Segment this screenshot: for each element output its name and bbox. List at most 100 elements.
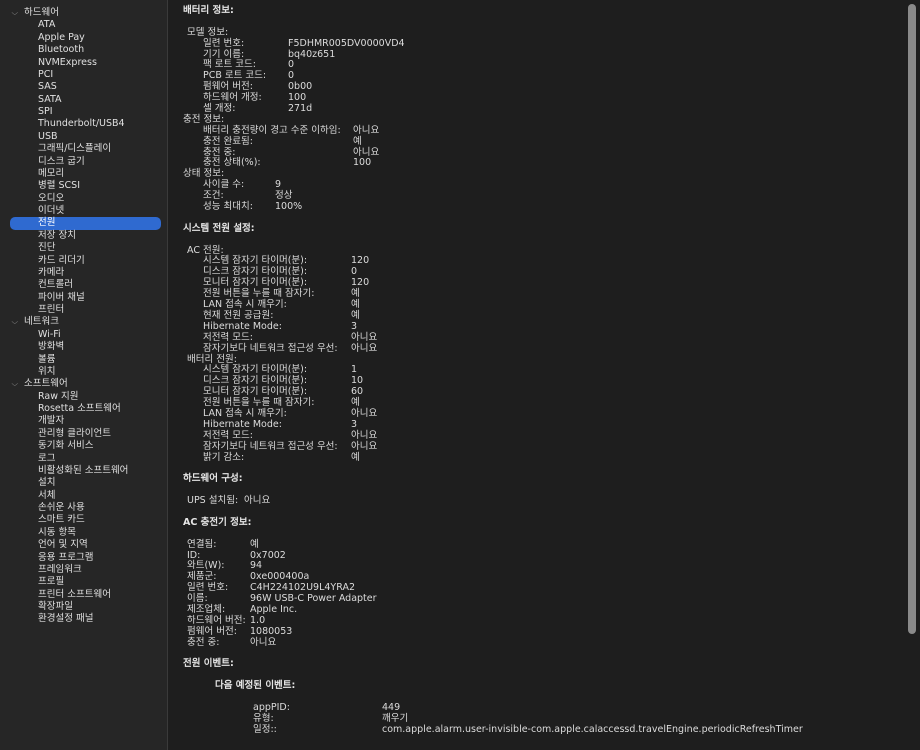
sidebar-item[interactable]: 동기화 서비스 <box>0 440 167 452</box>
info-row: 일정:: com.apple.alarm.user-invisible-com.a… <box>183 723 904 736</box>
scrollbar-thumb[interactable] <box>908 4 916 634</box>
sidebar-item[interactable]: 프로필 <box>0 576 167 588</box>
sidebar-item[interactable]: 디스크 굽기 <box>0 156 167 168</box>
sidebar-item[interactable]: 카메라 <box>0 267 167 279</box>
info-row: 잠자기보다 네트워크 접근성 우선: 아니요 <box>183 441 904 453</box>
sidebar-item[interactable]: USB <box>0 131 167 143</box>
sidebar-item-label: Thunderbolt/USB4 <box>38 118 125 130</box>
section-title: 시스템 전원 설정: <box>183 222 255 234</box>
sidebar-item[interactable]: 오디오 <box>0 193 167 205</box>
sidebar-item[interactable]: 이더넷 <box>0 205 167 217</box>
sidebar-item-label: 볼륨 <box>38 353 56 365</box>
info-value: 아니요 <box>351 331 378 343</box>
sidebar-item[interactable]: Wi-Fi <box>0 329 167 341</box>
section-title-row: 다음 예정된 이벤트: <box>183 680 904 692</box>
sidebar-item-label: 파이버 채널 <box>38 291 85 303</box>
info-rows: 배터리 정보: 모델 정보: 일련 번호: F5DHMR005DV0000VD4 기기 … <box>183 5 904 736</box>
sidebar-item[interactable]: 그래픽/디스플레이 <box>0 143 167 155</box>
info-value: 예 <box>250 538 259 550</box>
sidebar-item[interactable]: 스마트 카드 <box>0 514 167 526</box>
sidebar-item[interactable]: SAS <box>0 81 167 93</box>
info-row: 현재 전원 공급원: 예 <box>183 310 904 322</box>
sidebar-item[interactable]: 로그 <box>0 453 167 465</box>
sidebar-item-label: 서체 <box>38 489 56 501</box>
sidebar-group[interactable]: ⌵ 소프트웨어 <box>0 378 167 390</box>
sidebar-item-label: 방화벽 <box>38 341 65 353</box>
sidebar-item[interactable]: 확장파일 <box>0 601 167 613</box>
info-row: 성능 최대치: 100% <box>183 201 904 213</box>
sidebar-item[interactable]: ATA <box>0 19 167 31</box>
sidebar-item-label: 로그 <box>38 452 56 464</box>
sidebar-group[interactable]: ⌵ 네트워크 <box>0 316 167 328</box>
sidebar-item[interactable]: 서체 <box>0 490 167 502</box>
sidebar-item[interactable]: 프린터 소프트웨어 <box>0 589 167 601</box>
chevron-down-icon[interactable]: ⌵ <box>12 379 23 390</box>
sidebar-item[interactable]: 개발자 <box>0 415 167 427</box>
info-row: 전원 버튼을 누를 때 잠자기: 예 <box>183 397 904 409</box>
sidebar-item[interactable]: 저장 장치 <box>0 230 167 242</box>
sidebar-item-label: SAS <box>38 81 57 93</box>
sidebar-item-label: SPI <box>38 106 53 117</box>
sidebar-item[interactable]: 응용 프로그램 <box>0 552 167 564</box>
sidebar-item[interactable]: 손쉬운 사용 <box>0 502 167 514</box>
sidebar-item-label: 컨트롤러 <box>38 279 73 291</box>
sidebar-item[interactable]: 환경설정 패널 <box>0 613 167 625</box>
info-value: 100% <box>275 201 303 213</box>
sidebar-item[interactable]: 시동 항목 <box>0 527 167 539</box>
info-row: appPID: 449 <box>183 702 904 714</box>
info-key: 저전력 모드: <box>203 429 253 441</box>
info-row: 충전 중: 아니요 <box>183 637 904 649</box>
sidebar-item[interactable]: Apple Pay <box>0 32 167 44</box>
sidebar-item-label: 설치 <box>38 477 56 489</box>
sidebar-item[interactable]: SATA <box>0 94 167 106</box>
info-row: 연결됨: 예 <box>183 538 904 551</box>
sidebar-item-label: Bluetooth <box>38 44 85 56</box>
sidebar-item-label: 그래픽/디스플레이 <box>38 143 112 155</box>
sidebar-item[interactable]: 볼륨 <box>0 354 167 366</box>
sidebar-item[interactable]: Bluetooth <box>0 44 167 56</box>
sidebar-item-label: 관리형 클라이언트 <box>38 427 111 439</box>
sidebar-item[interactable]: NVMExpress <box>0 57 167 69</box>
sidebar-item[interactable]: 전원 <box>10 217 161 230</box>
sidebar-item[interactable]: 비활성화된 소프트웨어 <box>0 465 167 477</box>
sidebar-group[interactable]: ⌵ 하드웨어 <box>0 7 167 19</box>
sidebar-item-label: 네트워크 <box>24 316 59 328</box>
info-value: com.apple.alarm.user-invisible-com.apple… <box>382 723 803 735</box>
sidebar-item[interactable]: Rosetta 소프트웨어 <box>0 403 167 415</box>
sidebar-item[interactable]: 메모리 <box>0 168 167 180</box>
sidebar-item[interactable]: PCI <box>0 69 167 81</box>
sidebar-item[interactable]: Raw 지원 <box>0 391 167 403</box>
info-row: 충전 완료됨: 예 <box>183 135 904 148</box>
sidebar-item[interactable]: 카드 리더기 <box>0 255 167 267</box>
sidebar-item[interactable]: 파이버 채널 <box>0 292 167 304</box>
sidebar-item-label: 카드 리더기 <box>38 254 85 266</box>
info-row: 충전 상태(%): 100 <box>183 158 904 169</box>
sidebar-item[interactable]: 설치 <box>0 477 167 489</box>
sidebar-item-label: 프로필 <box>38 576 65 588</box>
sidebar-item[interactable]: 프레임워크 <box>0 564 167 576</box>
sidebar-item[interactable]: 방화벽 <box>0 341 167 353</box>
sidebar-item-label: 프레임워크 <box>38 563 82 575</box>
sidebar-item[interactable]: 컨트롤러 <box>0 279 167 291</box>
sidebar-item[interactable]: 진단 <box>0 242 167 254</box>
info-value: 아니요 <box>351 429 378 441</box>
sidebar-item[interactable]: 병렬 SCSI <box>0 180 167 192</box>
sidebar-item[interactable]: Thunderbolt/USB4 <box>0 118 167 130</box>
chevron-down-icon[interactable]: ⌵ <box>12 317 23 328</box>
sidebar-item[interactable]: SPI <box>0 106 167 118</box>
info-value: 예 <box>353 135 362 147</box>
info-row: Hibernate Mode: 3 <box>183 419 904 431</box>
sidebar-item-label: 비활성화된 소프트웨어 <box>38 464 129 476</box>
info-key: 연결됨: <box>187 538 217 550</box>
sidebar-item[interactable]: 위치 <box>0 366 167 378</box>
info-key: 밝기 감소: <box>203 451 245 463</box>
chevron-down-icon[interactable]: ⌵ <box>12 8 23 19</box>
sidebar-item[interactable]: 관리형 클라이언트 <box>0 428 167 440</box>
sidebar-item-label: 소프트웨어 <box>24 378 68 390</box>
sidebar-item[interactable]: 프린터 <box>0 304 167 316</box>
sidebar-item[interactable]: 언어 및 지역 <box>0 539 167 551</box>
sidebar: ⌵ 하드웨어 ATA Apple Pay Bluetooth NVMExpress PCI S… <box>0 0 168 750</box>
